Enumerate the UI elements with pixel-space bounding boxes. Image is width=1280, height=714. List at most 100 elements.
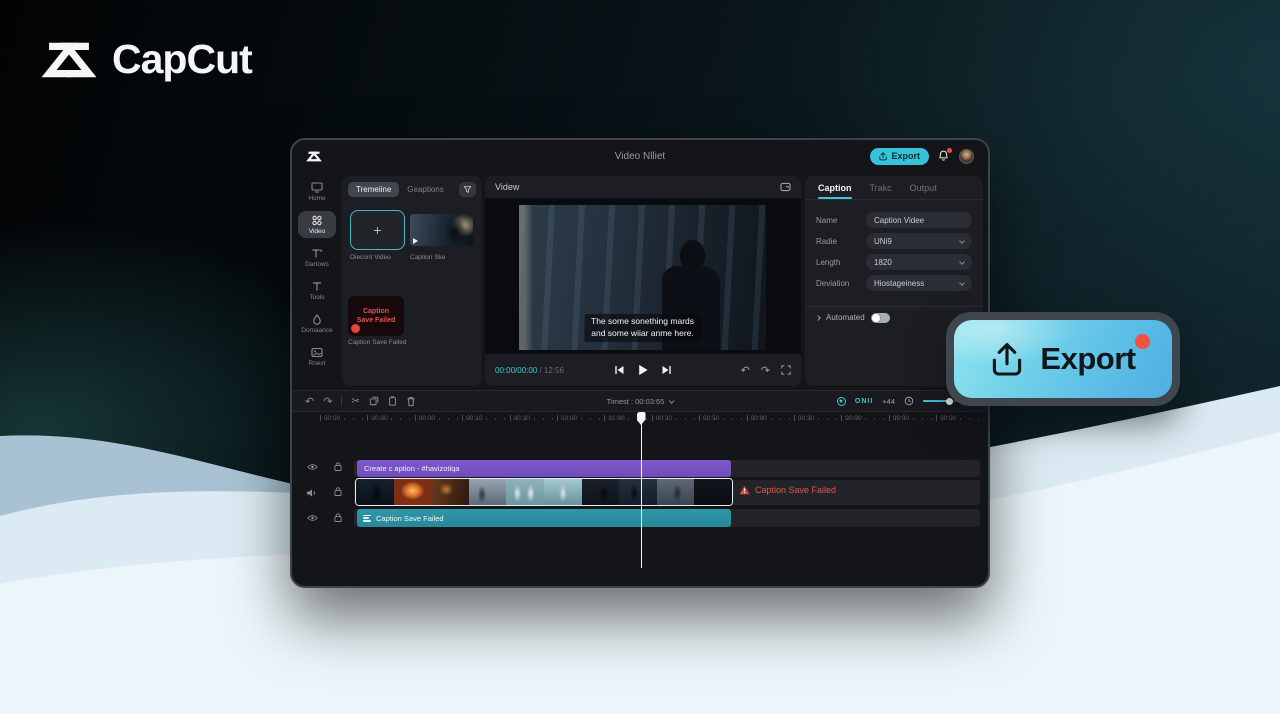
notification-dot — [1135, 334, 1150, 349]
media-clip-tile[interactable] — [410, 214, 473, 246]
media-panel: Tremeiine Geaptions + Oiecont Video Capt… — [342, 176, 482, 386]
export-button[interactable]: Export — [870, 148, 929, 165]
next-frame-button[interactable] — [662, 365, 672, 375]
notification-dot — [947, 148, 952, 153]
name-input[interactable]: Caption Videe — [866, 212, 972, 228]
deviation-select[interactable]: Hiostageiness — [866, 275, 972, 291]
undo-icon[interactable]: ↶ — [305, 396, 314, 407]
redo-icon[interactable]: ↷ — [761, 365, 770, 376]
chevron-down-icon — [959, 238, 965, 244]
play-button[interactable] — [638, 364, 649, 376]
tab-output[interactable]: Output — [910, 176, 937, 199]
video-thumbnail — [694, 479, 732, 505]
export-button-label: Export — [891, 151, 920, 161]
ruler-label: 00:50 — [703, 415, 719, 422]
tab-caption[interactable]: Caption — [818, 176, 852, 199]
notifications-bell-icon[interactable] — [938, 150, 950, 163]
eye-icon[interactable] — [307, 514, 318, 522]
video-thumbnail — [469, 479, 507, 505]
timer-icon[interactable] — [904, 396, 914, 406]
media-tabs: Tremeiine Geaptions — [348, 181, 476, 197]
sidebar-item-tools[interactable]: Tools — [298, 277, 336, 304]
lock-icon[interactable] — [334, 487, 342, 496]
sidebar-item-domaance[interactable]: Domaance — [298, 310, 336, 337]
ruler-label: 00:20 — [514, 415, 530, 422]
clipboard-icon[interactable] — [388, 396, 397, 406]
split-scissors-icon[interactable]: ✂ — [351, 396, 359, 407]
droplet-icon — [311, 314, 323, 325]
automated-toggle[interactable] — [871, 313, 890, 323]
preview-title: Videw — [495, 182, 519, 192]
chevron-down-icon — [959, 259, 965, 265]
copy-icon[interactable] — [369, 396, 379, 406]
sidebar: Home Video Dartows Tools Domaance Rnext — [294, 178, 340, 370]
time-duration: / 12:56 — [537, 366, 564, 375]
video-clip[interactable] — [355, 478, 733, 506]
ruler-label: 00:10 — [466, 415, 482, 422]
text-icon — [311, 281, 323, 292]
sidebar-label: Video — [309, 228, 326, 235]
funnel-icon — [463, 185, 472, 194]
preview-panel: Videw The some sonething mards and some … — [485, 176, 801, 386]
play-badge-icon — [413, 238, 418, 244]
lock-icon[interactable] — [334, 513, 342, 522]
chevron-right-icon[interactable] — [815, 315, 821, 321]
failed-tile-label: Caption Save Failed — [348, 339, 407, 346]
caption-clip-bottom[interactable]: Caption Save Failed — [357, 509, 731, 527]
caption-clip-top[interactable]: Create c aption - #havizotiqa — [357, 460, 731, 477]
clip-tile-label: Caption Ske — [410, 254, 445, 261]
tab-timeline[interactable]: Tremeiine — [348, 182, 399, 197]
user-avatar[interactable] — [959, 149, 974, 164]
field-label: Radie — [816, 237, 866, 246]
preview-footer: 00:00/00:00 / 12:56 ↶ ↷ — [485, 354, 801, 386]
fullscreen-icon[interactable] — [781, 365, 791, 375]
preview-header: Videw — [485, 176, 801, 198]
ruler-label: 00:00 — [371, 415, 387, 422]
ruler-label: 00:00 — [419, 415, 435, 422]
speaker-icon[interactable] — [306, 488, 317, 498]
field-label: Deviation — [816, 279, 866, 288]
timeline-tracks: Create c aption - #havizotiqa Caption Sa… — [292, 428, 988, 578]
lock-icon[interactable] — [334, 462, 342, 471]
video-thumbnail — [544, 479, 582, 505]
field-value: UNi9 — [874, 237, 892, 246]
timeline-ruler[interactable]: 00:00 00:00 00:00 00:10 00:20 03:00 01:0… — [320, 413, 984, 427]
sidebar-label: Domaance — [301, 327, 332, 334]
prev-frame-button[interactable] — [615, 365, 625, 375]
add-media-tile[interactable]: + — [350, 210, 405, 250]
failed-tile-line2: Save Failed — [357, 316, 396, 325]
sidebar-item-home[interactable]: Home — [298, 178, 336, 205]
slider-knob[interactable] — [946, 398, 953, 405]
editor-window: Video Nlliet Export Home Video — [290, 138, 990, 588]
trash-icon[interactable] — [406, 396, 416, 407]
export-callout[interactable]: Export — [946, 312, 1180, 406]
caption-lines-icon — [363, 515, 371, 522]
export-callout-button[interactable]: Export — [954, 320, 1172, 398]
redo-icon[interactable]: ↷ — [323, 396, 332, 407]
timecode-dropdown[interactable]: Timest : 00:03:65 — [607, 397, 674, 406]
field-label: Name — [816, 216, 866, 225]
sidebar-item-rnext[interactable]: Rnext — [298, 343, 336, 370]
ruler-label: 00:00 — [324, 415, 340, 422]
length-select[interactable]: 1820 — [866, 254, 972, 270]
failed-caption-tile[interactable]: Caption Save Failed ! — [348, 296, 404, 336]
record-icon[interactable] — [837, 397, 846, 406]
tab-track[interactable]: Trakc — [870, 176, 892, 199]
share-icon — [879, 152, 887, 161]
video-thumbnail — [394, 479, 432, 505]
picture-in-picture-icon[interactable] — [780, 182, 791, 192]
text-star-icon — [311, 248, 323, 259]
tab-captions[interactable]: Geaptions — [399, 182, 451, 197]
field-row-name: Name Caption Videe — [805, 212, 983, 228]
audio-meter-label: ONII — [855, 398, 873, 405]
field-value: 1820 — [874, 258, 892, 267]
ruler-label: 00:90 — [751, 415, 767, 422]
sidebar-item-dartows[interactable]: Dartows — [298, 244, 336, 271]
radie-select[interactable]: UNi9 — [866, 233, 972, 249]
capcut-icon — [40, 38, 98, 82]
sidebar-item-video[interactable]: Video — [298, 211, 336, 238]
video-thumbnail — [506, 479, 544, 505]
eye-icon[interactable] — [307, 463, 318, 471]
filter-button[interactable] — [459, 182, 476, 197]
undo-icon[interactable]: ↶ — [741, 365, 750, 376]
